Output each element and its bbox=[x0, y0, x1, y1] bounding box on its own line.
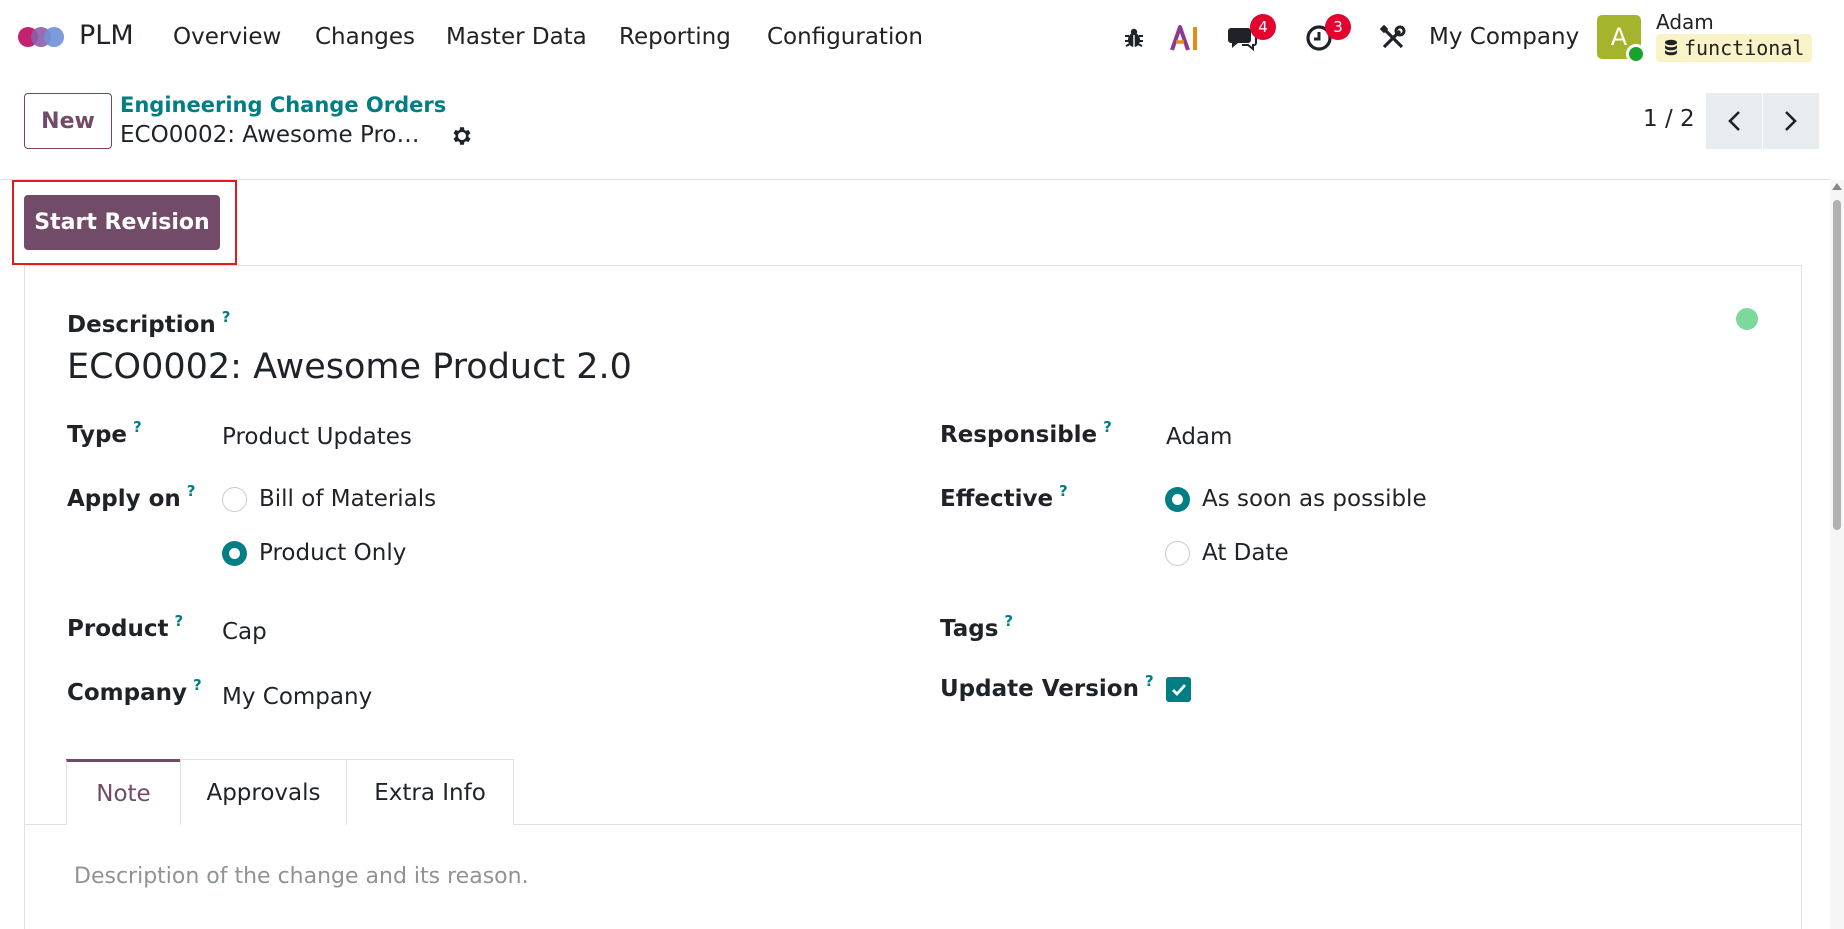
effective-asap-label[interactable]: As soon as possible bbox=[1202, 486, 1427, 512]
effective-at-date-radio[interactable] bbox=[1165, 541, 1190, 566]
help-icon[interactable]: ? bbox=[222, 308, 231, 326]
top-navbar: PLM Overview Changes Master Data Reporti… bbox=[0, 0, 1844, 76]
help-icon[interactable]: ? bbox=[1004, 612, 1013, 630]
status-indicator[interactable] bbox=[1736, 308, 1758, 330]
effective-label: Effective? bbox=[940, 482, 1068, 512]
company-label: Company? bbox=[67, 676, 202, 706]
apply-on-label: Apply on? bbox=[67, 482, 196, 512]
menu-configuration[interactable]: Configuration bbox=[767, 24, 923, 50]
tab-note[interactable]: Note bbox=[66, 759, 181, 825]
help-icon[interactable]: ? bbox=[187, 482, 196, 500]
type-label: Type? bbox=[67, 418, 142, 448]
help-icon[interactable]: ? bbox=[1145, 672, 1154, 690]
database-name: functional bbox=[1684, 36, 1805, 60]
menu-master-data[interactable]: Master Data bbox=[446, 24, 587, 50]
effective-asap-radio[interactable] bbox=[1165, 487, 1190, 512]
apply-on-product-label[interactable]: Product Only bbox=[259, 540, 406, 566]
app-name[interactable]: PLM bbox=[79, 20, 134, 51]
menu-overview[interactable]: Overview bbox=[173, 24, 281, 50]
activities-count-badge: 3 bbox=[1325, 14, 1351, 40]
app-logo-icon[interactable] bbox=[18, 22, 66, 52]
start-revision-button[interactable]: Start Revision bbox=[24, 195, 220, 250]
update-version-label: Update Version? bbox=[940, 672, 1154, 702]
record-title[interactable]: ECO0002: Awesome Product 2.0 bbox=[67, 347, 632, 387]
apply-on-bom-label[interactable]: Bill of Materials bbox=[259, 486, 436, 512]
breadcrumb-parent-link[interactable]: Engineering Change Orders bbox=[120, 93, 446, 117]
pager-previous-button[interactable] bbox=[1706, 93, 1762, 149]
scrollbar-thumb[interactable] bbox=[1833, 200, 1841, 530]
tab-approvals[interactable]: Approvals bbox=[180, 759, 347, 825]
chevron-left-icon bbox=[1728, 111, 1740, 131]
scroll-up-icon[interactable] bbox=[1832, 183, 1842, 190]
help-icon[interactable]: ? bbox=[1103, 418, 1112, 436]
control-panel-divider bbox=[0, 179, 1830, 180]
product-field[interactable]: Cap bbox=[222, 619, 267, 645]
update-version-checkbox[interactable] bbox=[1166, 677, 1191, 702]
new-button[interactable]: New bbox=[24, 93, 112, 149]
tools-icon[interactable] bbox=[1377, 22, 1409, 54]
presence-online-icon bbox=[1626, 44, 1646, 64]
help-icon[interactable]: ? bbox=[174, 612, 183, 630]
apply-on-bom-radio[interactable] bbox=[222, 487, 247, 512]
responsible-field[interactable]: Adam bbox=[1166, 424, 1232, 450]
company-field[interactable]: My Company bbox=[222, 684, 372, 710]
tags-label: Tags? bbox=[940, 612, 1014, 642]
ai-icon[interactable] bbox=[1169, 22, 1201, 54]
check-icon bbox=[1171, 683, 1186, 696]
database-chip: functional bbox=[1656, 34, 1813, 62]
database-icon bbox=[1665, 39, 1677, 56]
responsible-label: Responsible? bbox=[940, 418, 1112, 448]
messages-count-badge: 4 bbox=[1250, 14, 1276, 40]
menu-changes[interactable]: Changes bbox=[315, 24, 415, 50]
tab-extra-info[interactable]: Extra Info bbox=[346, 759, 514, 825]
type-field[interactable]: Product Updates bbox=[222, 424, 412, 450]
pager-value[interactable]: 1 / 2 bbox=[1643, 106, 1695, 132]
help-icon[interactable]: ? bbox=[133, 418, 142, 436]
chevron-right-icon bbox=[1785, 111, 1797, 131]
pager-next-button[interactable] bbox=[1763, 93, 1819, 149]
description-label: Description? bbox=[67, 308, 231, 338]
help-icon[interactable]: ? bbox=[1059, 482, 1068, 500]
menu-reporting[interactable]: Reporting bbox=[619, 24, 731, 50]
breadcrumb-current: ECO0002: Awesome Product 2.0 bbox=[120, 122, 430, 148]
apply-on-product-radio[interactable] bbox=[222, 541, 247, 566]
product-label: Product? bbox=[67, 612, 184, 642]
user-name[interactable]: Adam bbox=[1656, 10, 1714, 34]
effective-at-date-label[interactable]: At Date bbox=[1202, 540, 1289, 566]
note-editor-placeholder[interactable]: Description of the change and its reason… bbox=[74, 864, 529, 889]
company-switcher[interactable]: My Company bbox=[1429, 24, 1579, 50]
help-icon[interactable]: ? bbox=[193, 676, 202, 694]
bug-icon[interactable] bbox=[1118, 22, 1150, 54]
gear-icon[interactable] bbox=[450, 124, 474, 148]
